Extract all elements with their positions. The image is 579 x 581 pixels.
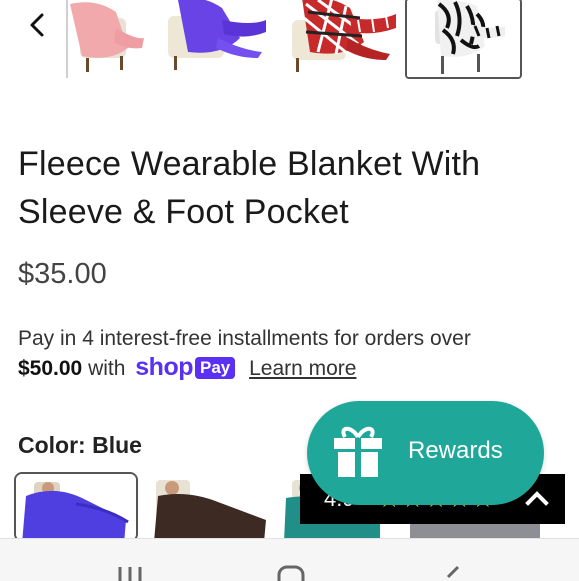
shop-pay-badge: Pay (195, 357, 236, 379)
system-navigation-bar (0, 538, 579, 581)
thumbnail-zebra-selected[interactable] (405, 0, 522, 79)
image-thumbnail-strip (0, 0, 579, 90)
gift-icon (334, 426, 382, 477)
product-price: $35.00 (18, 258, 107, 290)
previous-image-button[interactable] (22, 8, 52, 42)
installments-with-text: with (88, 357, 126, 380)
color-swatch-brown[interactable] (148, 472, 272, 542)
rewards-button[interactable]: Rewards (307, 401, 544, 505)
color-label: Color: Blue (18, 432, 142, 459)
installments-threshold: $50.00 (18, 357, 83, 380)
color-swatch-blue[interactable] (14, 472, 138, 542)
rewards-label: Rewards (408, 437, 503, 464)
thumbnail-red-plaid[interactable] (288, 0, 400, 78)
thumbnail-purple[interactable] (162, 0, 272, 78)
recent-apps-icon[interactable] (116, 563, 144, 581)
shop-pay-logo: shop (135, 353, 193, 381)
selected-color-value: Blue (92, 432, 142, 458)
color-label-text: Color: (18, 432, 86, 458)
chevron-left-icon (30, 13, 44, 37)
installments-text: Pay in 4 interest-free installments for … (18, 327, 471, 350)
back-icon[interactable] (440, 563, 464, 581)
learn-more-link[interactable]: Learn more (249, 357, 356, 380)
installments-message: Pay in 4 interest-free installments for … (18, 324, 563, 383)
home-icon[interactable] (276, 563, 306, 581)
thumbnail-pink[interactable] (66, 0, 148, 78)
product-title: Fleece Wearable Blanket With Sleeve & Fo… (18, 145, 481, 231)
